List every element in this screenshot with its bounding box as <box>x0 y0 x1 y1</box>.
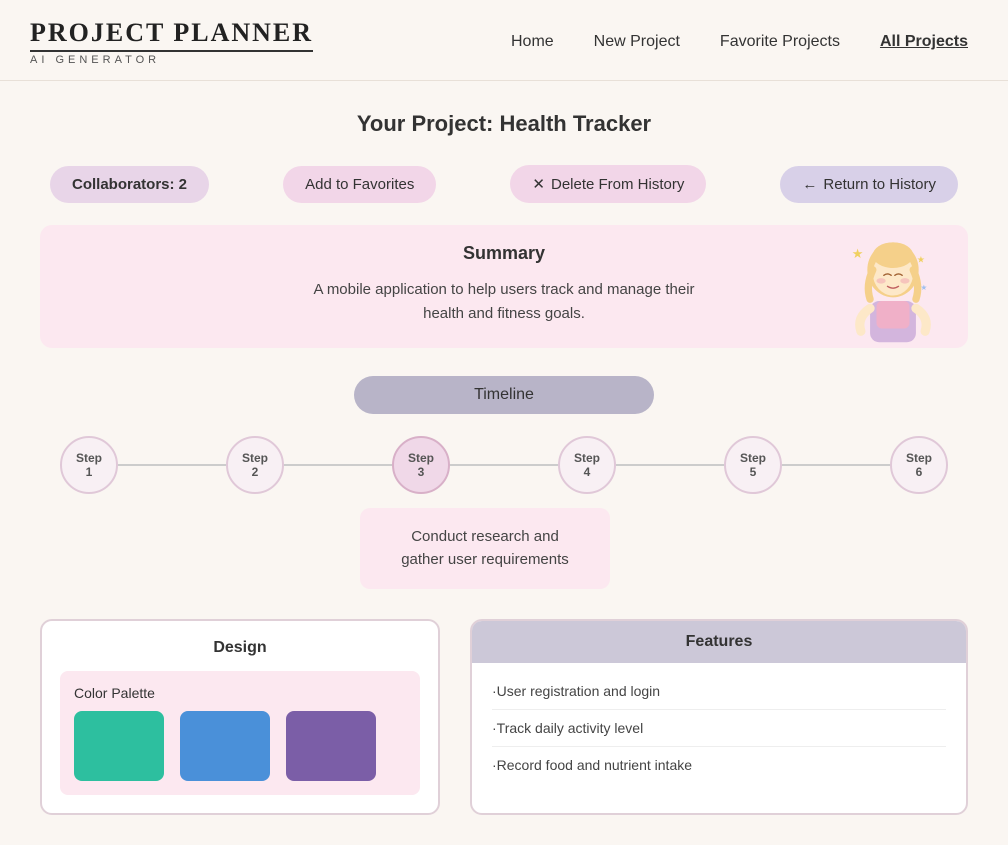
nav-home[interactable]: Home <box>511 33 554 51</box>
step-2[interactable]: Step 2 <box>226 436 284 494</box>
x-icon: ✕ <box>532 175 545 193</box>
page-title-project: Health Tracker <box>499 111 651 136</box>
timeline-line <box>60 464 948 466</box>
summary-illustration: ★ ★ ★ <box>838 235 948 345</box>
color-palette-label: Color Palette <box>74 685 406 701</box>
timeline-section: Timeline Step 1 Step 2 Step 3 Step 4 Ste… <box>40 376 968 589</box>
color-swatch-purple <box>286 711 376 781</box>
features-list: ·User registration and login ·Track dail… <box>472 663 966 793</box>
step-detail: Conduct research and gather user require… <box>360 508 610 589</box>
features-header: Features <box>472 621 966 663</box>
return-history-label: Return to History <box>823 176 936 193</box>
nav-favorite-projects[interactable]: Favorite Projects <box>720 33 840 51</box>
color-swatch-blue <box>180 711 270 781</box>
step-6[interactable]: Step 6 <box>890 436 948 494</box>
svg-text:★: ★ <box>852 247 864 261</box>
delete-history-label: Delete From History <box>551 176 684 193</box>
feature-item-3: ·Record food and nutrient intake <box>492 747 946 783</box>
summary-title: Summary <box>70 243 938 264</box>
main-content: Your Project: Health Tracker Collaborato… <box>0 81 1008 845</box>
nav-new-project[interactable]: New Project <box>594 33 680 51</box>
page-title-prefix: Your Project: <box>357 111 500 136</box>
svg-text:★: ★ <box>917 255 925 265</box>
arrow-left-icon: ← <box>802 176 817 193</box>
add-favorites-button[interactable]: Add to Favorites <box>283 166 436 203</box>
summary-text: A mobile application to help users track… <box>304 278 704 326</box>
features-section: Features ·User registration and login ·T… <box>470 619 968 815</box>
logo-title: PROJECT PLANNER <box>30 18 313 48</box>
bottom-row: Design Color Palette Features ·User regi… <box>40 619 968 815</box>
feature-item-2: ·Track daily activity level <box>492 710 946 747</box>
nav-all-projects[interactable]: All Projects <box>880 33 968 51</box>
design-section: Design Color Palette <box>40 619 440 815</box>
summary-content: Summary A mobile application to help use… <box>70 243 938 326</box>
collaborators-button[interactable]: Collaborators: 2 <box>50 166 209 203</box>
nav-links: Home New Project Favorite Projects All P… <box>511 33 968 51</box>
feature-item-1: ·User registration and login <box>492 673 946 710</box>
logo-subtitle: AI GENERATOR <box>30 54 160 66</box>
page-title: Your Project: Health Tracker <box>40 111 968 137</box>
timeline-steps: Step 1 Step 2 Step 3 Step 4 Step 5 Step … <box>40 436 968 494</box>
timeline-label: Timeline <box>354 376 654 414</box>
step-5[interactable]: Step 5 <box>724 436 782 494</box>
svg-text:★: ★ <box>921 283 928 292</box>
navbar: PROJECT PLANNER AI GENERATOR Home New Pr… <box>0 0 1008 81</box>
color-swatch-teal <box>74 711 164 781</box>
summary-section: Summary A mobile application to help use… <box>40 225 968 348</box>
action-row: Collaborators: 2 Add to Favorites ✕ Dele… <box>40 165 968 203</box>
design-title: Design <box>60 639 420 657</box>
step-4[interactable]: Step 4 <box>558 436 616 494</box>
delete-history-button[interactable]: ✕ Delete From History <box>510 165 706 203</box>
step-3[interactable]: Step 3 <box>392 436 450 494</box>
logo: PROJECT PLANNER AI GENERATOR <box>30 18 313 66</box>
return-history-button[interactable]: ← Return to History <box>780 166 958 203</box>
color-swatches <box>74 711 406 781</box>
step-1[interactable]: Step 1 <box>60 436 118 494</box>
logo-divider <box>30 50 313 52</box>
